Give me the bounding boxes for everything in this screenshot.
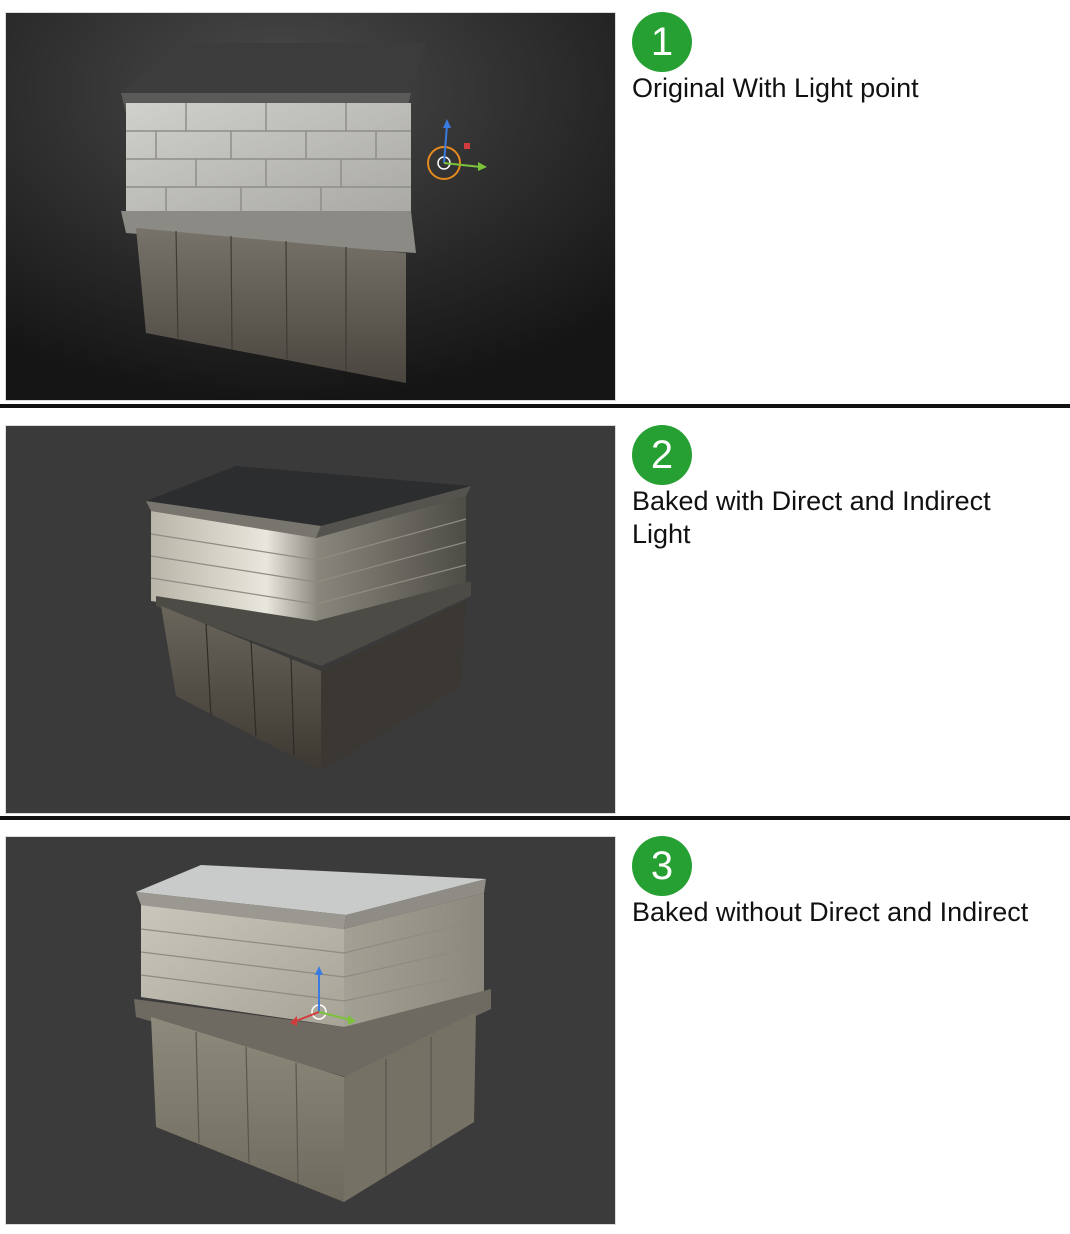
step-number-badge: 1 (632, 12, 692, 72)
step-caption: Baked with Direct and Indirect Light (632, 486, 991, 549)
render-viewport-baked-no-light[interactable] (5, 836, 616, 1225)
step-caption: Baked without Direct and Indirect (632, 897, 1029, 927)
step-caption: Original With Light point (632, 73, 919, 103)
step-2-section: 2 Baked with Direct and Indirect Light (0, 413, 1070, 823)
render-viewport-baked-direct-indirect[interactable] (5, 425, 616, 814)
step-number-badge: 3 (632, 836, 692, 896)
section-divider (0, 404, 1070, 408)
render-viewport-original[interactable] (5, 12, 616, 401)
section-divider (0, 816, 1070, 820)
step-number-badge: 2 (632, 425, 692, 485)
step-1-section: 1 Original With Light point (0, 0, 1070, 410)
step-3-section: 3 Baked without Direct and Indirect (0, 824, 1070, 1234)
